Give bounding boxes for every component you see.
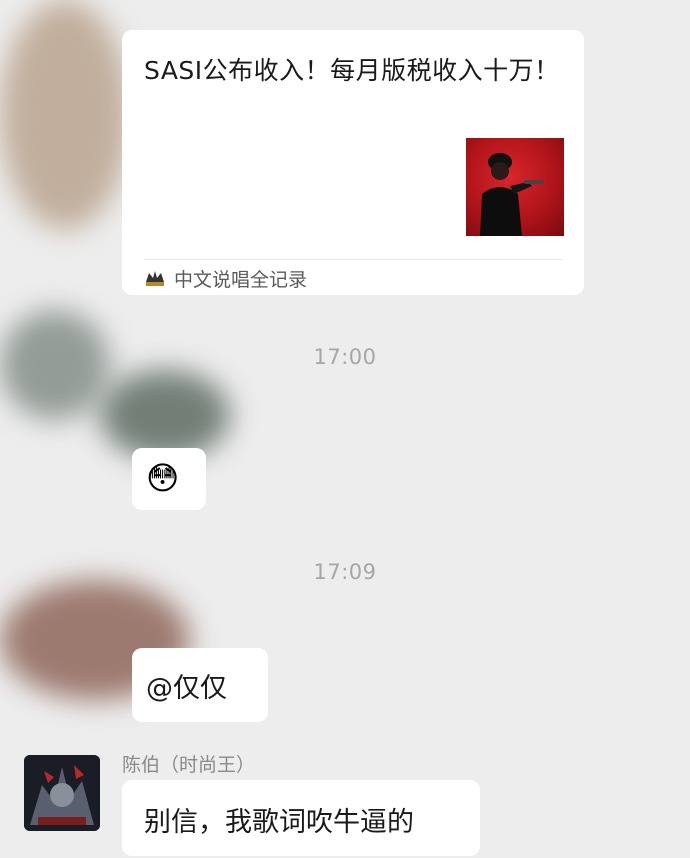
link-card[interactable]: SASI公布收入！每月版税收入十万！ 中文说唱全记录 xyxy=(122,30,584,295)
text-message-bubble[interactable]: 别信，我歌词吹牛逼的 xyxy=(122,780,480,856)
chat-timestamp: 17:00 xyxy=(313,345,377,369)
chat-timestamp: 17:09 xyxy=(313,560,377,584)
emoji-message-bubble[interactable]: 😳 xyxy=(132,448,206,510)
message-text: 别信，我歌词吹牛逼的 xyxy=(144,807,414,838)
performer-image xyxy=(480,153,544,236)
link-card-thumbnail xyxy=(466,138,564,236)
message-text: @仅仅 xyxy=(146,673,227,704)
link-card-source: 中文说唱全记录 xyxy=(144,266,308,291)
flushed-face-emoji: 😳 xyxy=(146,459,180,497)
sender-name: 陈伯（时尚王） xyxy=(122,754,256,776)
text-message-bubble[interactable]: @仅仅 xyxy=(132,648,268,722)
blurred-avatar-1 xyxy=(0,0,130,230)
link-card-divider xyxy=(144,259,562,260)
source-logo-icon xyxy=(146,271,164,286)
avatar[interactable] xyxy=(24,755,100,831)
link-card-source-name: 中文说唱全记录 xyxy=(174,268,308,291)
avatar-artwork-icon xyxy=(24,755,100,831)
blurred-avatar-3 xyxy=(100,370,230,460)
link-card-title: SASI公布收入！每月版税收入十万！ xyxy=(144,56,560,85)
